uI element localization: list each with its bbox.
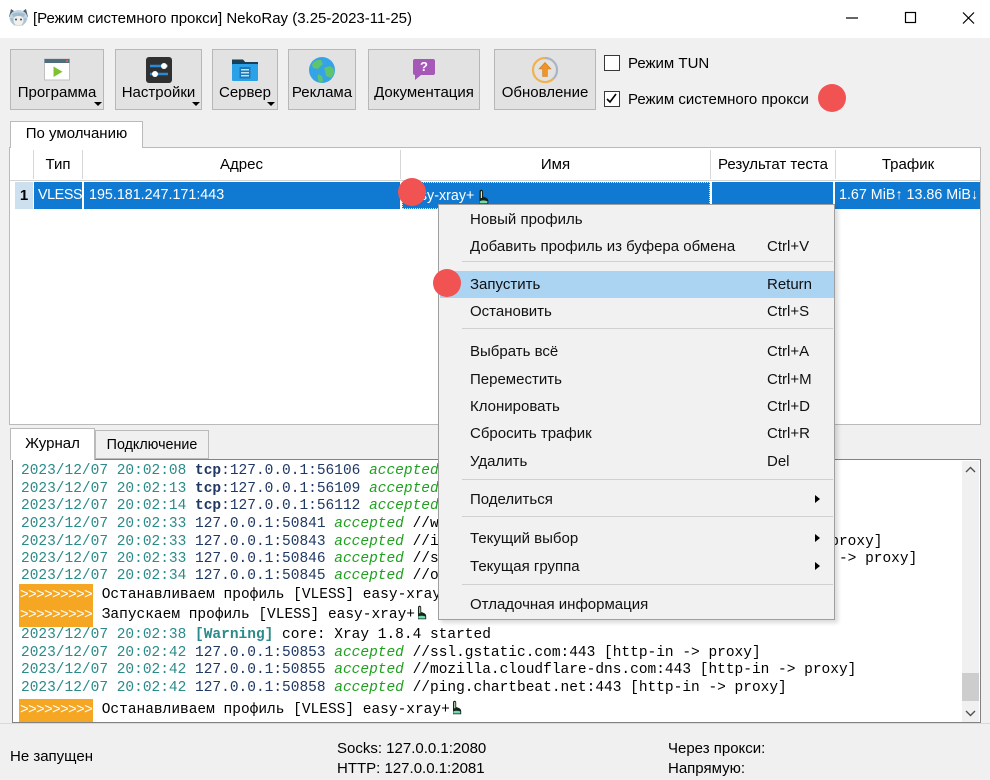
svg-text:?: ? <box>420 59 428 74</box>
